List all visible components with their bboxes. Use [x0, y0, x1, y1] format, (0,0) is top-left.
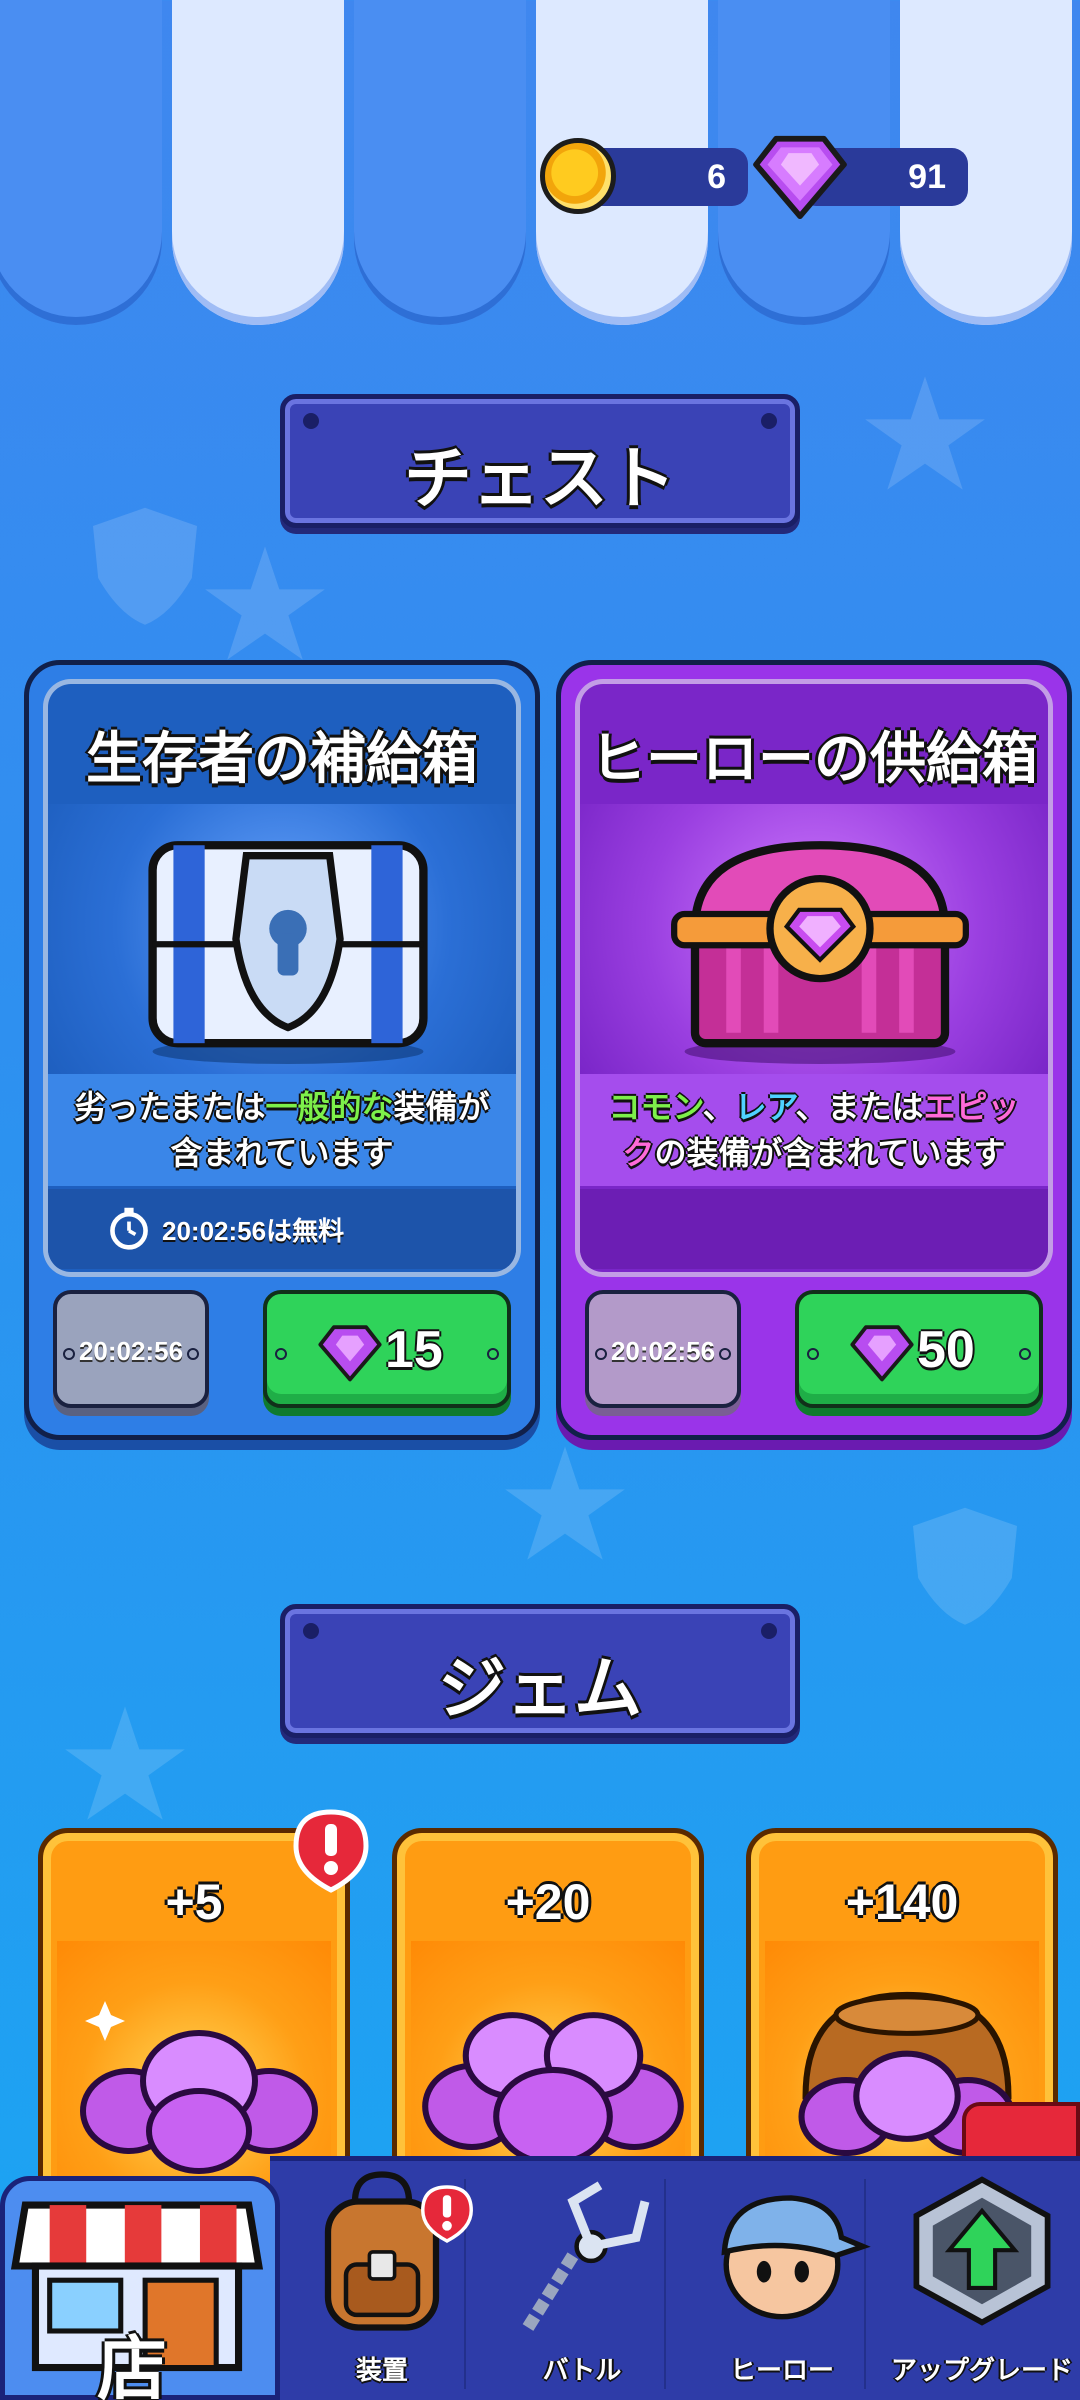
chest-info-panel: 生存者の補給箱 劣ったまたは一般的な装備が 含まれています 20:02:56は無…: [43, 679, 521, 1277]
gem-icon: [753, 135, 847, 220]
gem-pack-card[interactable]: +20: [392, 1828, 704, 2208]
gem-section-header: ジェム: [280, 1604, 800, 1738]
gem-icon: [318, 1325, 382, 1382]
alert-icon: [293, 1809, 369, 1893]
desc-highlight-epic: エピッ: [923, 1088, 1020, 1126]
nav-tab-equipment[interactable]: 装置: [282, 2156, 482, 2400]
free-timer-row: 20:02:56は無料: [48, 1189, 516, 1269]
chest-art: [580, 804, 1048, 1074]
nav-label-equipment: 装置: [355, 2356, 408, 2386]
chest-title: 生存者の補給箱: [86, 727, 478, 792]
coin-amount: 6: [707, 158, 726, 196]
nav-tab-battle[interactable]: バトル: [482, 2156, 682, 2400]
gem-pile-icon: [422, 2012, 684, 2167]
nav-label-battle: バトル: [542, 2356, 622, 2386]
chest-timer-button[interactable]: 20:02:56: [585, 1290, 741, 1408]
chest-price: 15: [385, 1321, 443, 1379]
nav-tab-store[interactable]: 店: [0, 2176, 280, 2400]
nav-tab-upgrade[interactable]: アップグレード: [882, 2156, 1080, 2400]
desc-text: 、: [702, 1088, 735, 1126]
chest-title: ヒーローの供給箱: [590, 727, 1038, 792]
star-decoration-icon: [865, 376, 985, 490]
coin-icon: [540, 138, 616, 214]
free-timer-text: 20:02:56は無料: [162, 1216, 345, 1246]
star-decoration-icon: [205, 546, 325, 660]
desc-highlight-rare: レア: [734, 1088, 796, 1126]
desc-highlight-epic: ク: [622, 1134, 655, 1172]
gem-section-title: ジェム: [437, 1650, 642, 1729]
desc-highlight-common: 一般的な: [265, 1088, 394, 1126]
chest-empty-row: [580, 1189, 1048, 1269]
desc-highlight-common: コモン: [608, 1088, 703, 1126]
claw-chain-icon: [522, 2181, 650, 2331]
chest-section-header: チェスト: [280, 394, 800, 528]
desc-text: の装備が含まれています: [654, 1134, 1006, 1172]
chest-description: コモン、レア、またはエピッ クの装備が含まれています: [590, 1084, 1038, 1176]
star-decoration-icon: [65, 1706, 185, 1820]
bottom-navigation: 店 装置 バトル ヒーロー アップグレード: [0, 2156, 1080, 2400]
blue-chest-icon: [148, 841, 428, 1064]
desc-text: 劣ったまたは: [74, 1088, 266, 1126]
buy-chest-button[interactable]: 50: [795, 1290, 1043, 1408]
gem-icon: [850, 1325, 914, 1382]
chest-description: 劣ったまたは一般的な装備が 含まれています: [58, 1084, 506, 1176]
shield-decoration-icon: [913, 1507, 1017, 1625]
chest-price: 50: [917, 1321, 975, 1379]
timer-icon: [110, 1207, 148, 1250]
hero-face-icon: [721, 2195, 871, 2320]
chest-timer-text: 20:02:56: [610, 1336, 716, 1366]
buy-chest-button[interactable]: 15: [263, 1290, 511, 1408]
desc-text: 含まれています: [170, 1134, 394, 1172]
star-decoration-icon: [505, 1446, 625, 1560]
nav-tab-hero[interactable]: ヒーロー: [682, 2156, 882, 2400]
alert-icon: [421, 2185, 473, 2243]
hero-supply-chest-card[interactable]: ヒーローの供給箱 コモン、レア、またはエピッ クの装備が含まれています 20:0…: [556, 660, 1072, 1440]
chest-section-title: チェスト: [403, 440, 676, 519]
nav-label-upgrade: アップグレード: [890, 2356, 1073, 2386]
gem-pack-amount: +20: [505, 1874, 591, 1930]
chest-info-panel: ヒーローの供給箱 コモン、レア、またはエピッ クの装備が含まれています: [575, 679, 1053, 1277]
desc-text: 装備が: [393, 1088, 490, 1126]
gem-pack-amount: +140: [845, 1874, 959, 1930]
desc-text: 、または: [795, 1088, 924, 1126]
survivor-supply-chest-card[interactable]: 生存者の補給箱 劣ったまたは一般的な装備が 含まれています 20:02:56は無…: [24, 660, 540, 1440]
nav-label-store: 店: [97, 2328, 167, 2400]
shield-decoration-icon: [93, 507, 197, 625]
upgrade-arrow-icon: [913, 2176, 1051, 2326]
chest-art: [48, 804, 516, 1074]
purple-chest-icon: [671, 841, 969, 1064]
nav-label-hero: ヒーロー: [729, 2356, 834, 2386]
gem-amount: 91: [908, 158, 946, 196]
chest-timer-text: 20:02:56: [78, 1336, 184, 1366]
chest-timer-button[interactable]: 20:02:56: [53, 1290, 209, 1408]
